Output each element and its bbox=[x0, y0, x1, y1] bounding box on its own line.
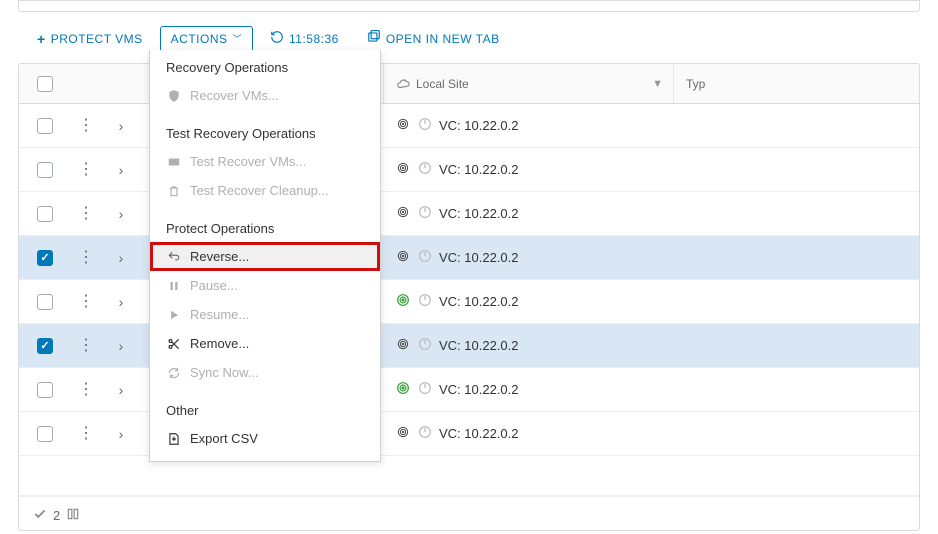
site-text: VC: 10.22.0.2 bbox=[439, 118, 519, 133]
spiral-icon bbox=[395, 248, 411, 267]
menu-reverse[interactable]: Reverse... bbox=[150, 242, 380, 271]
row-expand-button[interactable]: › bbox=[119, 206, 124, 222]
spiral-icon bbox=[395, 160, 411, 179]
menu-test-recover: Test Recover VMs... bbox=[150, 147, 380, 176]
target-icon bbox=[395, 292, 411, 311]
row-checkbox[interactable] bbox=[37, 118, 53, 134]
sync-icon bbox=[166, 366, 182, 380]
scissors-icon bbox=[166, 337, 182, 351]
table-footer: 2 bbox=[19, 496, 919, 530]
site-text: VC: 10.22.0.2 bbox=[439, 294, 519, 309]
row-menu-button[interactable]: ⋮ bbox=[78, 338, 94, 354]
power-icon bbox=[417, 336, 433, 355]
spiral-icon bbox=[395, 424, 411, 443]
spiral-icon bbox=[395, 116, 411, 135]
power-icon bbox=[417, 380, 433, 399]
test-recover-icon bbox=[166, 155, 182, 169]
power-icon bbox=[417, 248, 433, 267]
row-expand-button[interactable]: › bbox=[119, 338, 124, 354]
toolbar: + PROTECT VMS ACTIONS ﹀ 11:58:36 OPEN IN… bbox=[10, 20, 928, 63]
chevron-down-icon: ﹀ bbox=[233, 32, 243, 45]
select-all-checkbox[interactable] bbox=[37, 76, 53, 92]
row-checkbox[interactable] bbox=[37, 382, 53, 398]
row-expand-button[interactable]: › bbox=[119, 118, 124, 134]
menu-recover-vms: Recover VMs... bbox=[150, 81, 380, 110]
dropdown-section-protect: Protect Operations bbox=[150, 211, 380, 242]
newtab-label: OPEN IN NEW TAB bbox=[386, 32, 500, 46]
site-text: VC: 10.22.0.2 bbox=[439, 162, 519, 177]
dropdown-section-test: Test Recovery Operations bbox=[150, 116, 380, 147]
row-menu-button[interactable]: ⋮ bbox=[78, 382, 94, 398]
col-site-label: Local Site bbox=[416, 77, 469, 91]
dropdown-section-other: Other bbox=[150, 393, 380, 424]
refresh-button[interactable]: 11:58:36 bbox=[259, 24, 350, 53]
row-expand-button[interactable]: › bbox=[119, 162, 124, 178]
row-checkbox[interactable] bbox=[37, 206, 53, 222]
row-expand-button[interactable]: › bbox=[119, 250, 124, 266]
actions-dropdown: Recovery Operations Recover VMs... Test … bbox=[149, 50, 381, 462]
menu-export-csv[interactable]: Export CSV bbox=[150, 424, 380, 453]
menu-pause: Pause... bbox=[150, 271, 380, 300]
filter-icon[interactable]: ▼ bbox=[652, 78, 663, 90]
refresh-time: 11:58:36 bbox=[289, 32, 339, 46]
row-checkbox[interactable] bbox=[37, 338, 53, 354]
pause-icon bbox=[166, 279, 182, 293]
row-menu-button[interactable]: ⋮ bbox=[78, 250, 94, 266]
protect-vms-button[interactable]: + PROTECT VMS bbox=[26, 26, 154, 52]
row-menu-button[interactable]: ⋮ bbox=[78, 294, 94, 310]
row-expand-button[interactable]: › bbox=[119, 294, 124, 310]
spiral-icon bbox=[395, 336, 411, 355]
power-icon bbox=[417, 160, 433, 179]
col-type-label: Typ bbox=[686, 77, 705, 91]
menu-sync: Sync Now... bbox=[150, 358, 380, 387]
power-icon bbox=[417, 424, 433, 443]
trash-icon bbox=[166, 184, 182, 198]
row-menu-button[interactable]: ⋮ bbox=[78, 162, 94, 178]
refresh-icon bbox=[270, 30, 284, 47]
target-icon bbox=[395, 380, 411, 399]
site-text: VC: 10.22.0.2 bbox=[439, 206, 519, 221]
row-expand-button[interactable]: › bbox=[119, 426, 124, 442]
shield-icon bbox=[166, 89, 182, 103]
selected-count: 2 bbox=[53, 508, 60, 523]
site-text: VC: 10.22.0.2 bbox=[439, 382, 519, 397]
row-checkbox[interactable] bbox=[37, 426, 53, 442]
row-checkbox[interactable] bbox=[37, 162, 53, 178]
power-icon bbox=[417, 292, 433, 311]
site-text: VC: 10.22.0.2 bbox=[439, 338, 519, 353]
export-icon bbox=[166, 432, 182, 446]
menu-test-cleanup: Test Recover Cleanup... bbox=[150, 176, 380, 205]
open-new-tab-button[interactable]: OPEN IN NEW TAB bbox=[356, 24, 511, 53]
row-expand-button[interactable]: › bbox=[119, 382, 124, 398]
row-checkbox[interactable] bbox=[37, 294, 53, 310]
site-text: VC: 10.22.0.2 bbox=[439, 426, 519, 441]
menu-remove[interactable]: Remove... bbox=[150, 329, 380, 358]
selected-indicator-icon bbox=[33, 507, 47, 524]
newtab-icon bbox=[367, 30, 381, 47]
spiral-icon bbox=[395, 204, 411, 223]
cloud-icon bbox=[396, 77, 410, 91]
column-picker-button[interactable] bbox=[66, 507, 80, 524]
actions-label: ACTIONS bbox=[171, 32, 228, 46]
plus-icon: + bbox=[37, 32, 46, 46]
reverse-icon bbox=[166, 250, 182, 264]
row-menu-button[interactable]: ⋮ bbox=[78, 206, 94, 222]
actions-button[interactable]: ACTIONS ﹀ bbox=[160, 26, 253, 52]
protect-vms-label: PROTECT VMS bbox=[51, 32, 143, 46]
row-checkbox[interactable] bbox=[37, 250, 53, 266]
dropdown-section-recovery: Recovery Operations bbox=[150, 50, 380, 81]
power-icon bbox=[417, 204, 433, 223]
power-icon bbox=[417, 116, 433, 135]
site-text: VC: 10.22.0.2 bbox=[439, 250, 519, 265]
play-icon bbox=[166, 308, 182, 322]
row-menu-button[interactable]: ⋮ bbox=[78, 118, 94, 134]
menu-resume: Resume... bbox=[150, 300, 380, 329]
row-menu-button[interactable]: ⋮ bbox=[78, 426, 94, 442]
